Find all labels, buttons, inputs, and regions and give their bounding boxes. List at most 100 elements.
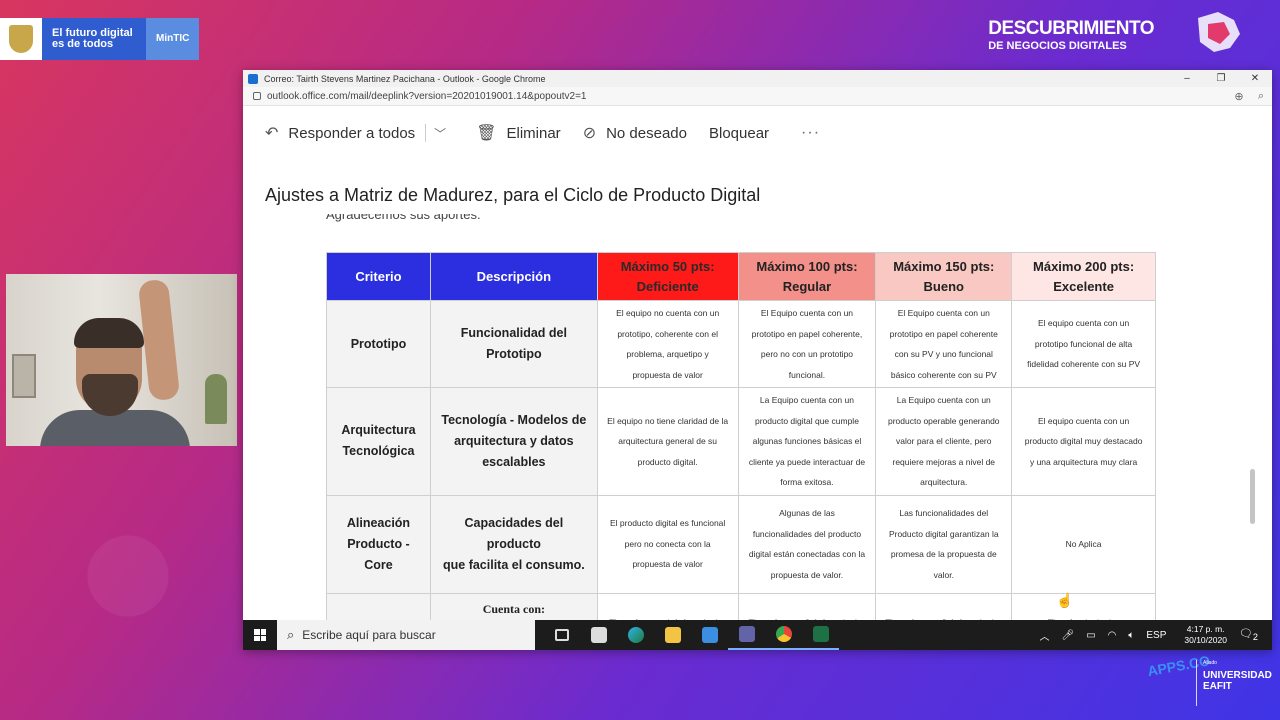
more-options-icon[interactable]: ··· [801, 124, 820, 142]
taskbar-clock[interactable]: 4:17 p. m. 30/10/2020 [1184, 624, 1227, 646]
descripcion-cell: Tecnología - Modelos de arquitectura y da… [429, 387, 598, 496]
descripcion-cell: Capacidades del producto que facilita el … [429, 494, 598, 594]
volume-icon[interactable]: 🔈︎ [1128, 630, 1134, 641]
battery-icon[interactable]: ▭ [1086, 630, 1095, 641]
deficiente-cell-line: propuesta de valor [632, 369, 703, 380]
bueno-cell-line: promesa de la propuesta de [890, 549, 997, 559]
lock-icon [253, 92, 261, 100]
microphone-icon[interactable]: 🎤︎ [1061, 630, 1074, 641]
mail-icon[interactable] [691, 620, 728, 650]
notifications-icon[interactable]: 🗨︎2 [1239, 627, 1258, 642]
mouse-cursor-icon: ☝ [1056, 592, 1074, 608]
restore-button[interactable]: ❐ [1204, 73, 1238, 84]
regular-cell-line: Tiene al menos 2 de los criterios [745, 613, 870, 620]
bueno-cell-line: El Equipo cuenta con un [897, 308, 990, 318]
close-button[interactable]: ✕ [1238, 73, 1272, 84]
reply-all-button[interactable]: ↶ Responder a todos [265, 123, 415, 143]
deficiente-cell-line: El producto digital es funcional [610, 518, 726, 529]
presenter-raised-arm [137, 278, 181, 402]
eafit-name: UNIVERSIDAD EAFIT [1203, 670, 1272, 692]
header-max-50-level: Deficiente [636, 278, 699, 294]
criterio-cell-line: Arquitectura [341, 423, 416, 438]
deficiente-cell-line: prototipo, coherente con el [617, 328, 718, 339]
bueno-cell-line: arquitectura. [920, 477, 968, 487]
minimize-button[interactable]: – [1170, 73, 1204, 84]
bueno-cell-line: La Equipo cuenta con un [896, 395, 991, 405]
regular-cell: Algunas de las funcionalidades del produc… [737, 494, 877, 594]
apps-co-logo: APPS.CO [1146, 652, 1212, 680]
descripcion-cell-line: Tecnología - Modelos de [441, 412, 587, 427]
bueno-cell: Tiene al menos 3 de los criterios [875, 592, 1013, 620]
bueno-cell-line: Tiene al menos 3 de los criterios [882, 613, 1005, 620]
task-view-icon[interactable] [543, 620, 580, 650]
descripcion-cell-line: Prototipo [486, 347, 542, 361]
header-max-200-level: Excelente [1053, 278, 1114, 294]
notification-count: 2 [1252, 632, 1258, 643]
address-bar[interactable]: outlook.office.com/mail/deeplink?version… [243, 87, 1272, 106]
excelente-cell-line: El equipo cuenta con un [1037, 415, 1130, 426]
url-text[interactable]: outlook.office.com/mail/deeplink?version… [267, 91, 1228, 102]
deficiente-cell-line: producto digital. [637, 456, 698, 467]
junk-button[interactable]: ⊘ No deseado [583, 123, 687, 143]
bueno-cell-line: valor para el cliente, pero [896, 436, 992, 446]
regular-cell-line: digital están conectadas con la [748, 549, 866, 559]
slogan: El futuro digital es de todos [42, 18, 146, 60]
regular-cell-line: pero no con un prototipo [760, 349, 854, 359]
block-button[interactable]: Bloquear [709, 125, 769, 142]
bueno-cell-line: prototipo en papel coherente [889, 328, 998, 339]
zoom-icon[interactable]: ⊕ [1228, 90, 1250, 103]
taskbar-search-input[interactable]: ⌕ Escribe aquí para buscar [277, 620, 535, 650]
excelente-cell: El equipo cuenta con un prototipo funcion… [1011, 300, 1156, 388]
chevron-up-icon[interactable]: ︿ [1039, 628, 1049, 643]
coat-of-arms-icon [0, 18, 42, 60]
descripcion-cell-line: que facilita el consumo. [443, 557, 585, 572]
bueno-cell-line: Producto digital garantizan la [888, 528, 999, 539]
criterio-cell: Prototipo [326, 300, 431, 388]
clock-date: 30/10/2020 [1184, 635, 1227, 645]
delete-button[interactable]: 🗑 Eliminar [476, 123, 561, 143]
table-header-row: Criterio Descripción Máximo 50 pts: Defi… [326, 252, 1156, 301]
chrome-icon[interactable] [765, 620, 802, 650]
reply-all-icon: ↶ [265, 125, 279, 142]
store-icon[interactable] [580, 620, 617, 650]
wifi-icon[interactable]: ◠ [1108, 630, 1117, 641]
descripcion-cell-line: arquitectura y datos [454, 433, 574, 448]
delete-label: Eliminar [506, 124, 561, 142]
deficiente-cell-line: pero no conecta con la [624, 538, 711, 549]
chevron-down-icon[interactable]: ﹀ [434, 125, 446, 142]
taskbar-apps [543, 620, 839, 650]
windows-logo-icon [254, 629, 266, 641]
deficiente-cell: El equipo no cuenta con un prototipo, coh… [596, 300, 739, 388]
scrollbar-thumb[interactable] [1250, 469, 1255, 524]
regular-cell-line: funcionalidades del producto [752, 528, 862, 539]
table-row: Cuenta con:- Estructura y navegación Tien… [326, 592, 1156, 620]
window-title: Correo: Tairth Stevens Martinez Pacichan… [264, 73, 546, 84]
excelente-cell-line: No Aplica [1065, 538, 1102, 549]
descripcion-cell-line: Funcionalidad del [460, 326, 567, 340]
criterio-cell: Arquitectura Tecnológica [326, 387, 431, 496]
regular-cell: El Equipo cuenta con un prototipo en pape… [737, 300, 877, 388]
bueno-cell-line: básico coherente con su PV [890, 369, 997, 380]
teams-icon[interactable] [728, 620, 765, 650]
file-explorer-icon[interactable] [654, 620, 691, 650]
regular-cell-line: producto digital que cumple [754, 415, 859, 426]
header-descripcion: Descripción [429, 252, 598, 301]
clock-time: 4:17 p. m. [1186, 624, 1225, 634]
regular-cell-line: forma exitosa. [780, 477, 834, 487]
deficiente-cell-line: El equipo no cuenta con un [616, 308, 720, 318]
criterio-cell-line: Producto - Core [347, 536, 410, 572]
excelente-cell: El equipo cuenta con un producto digital … [1011, 387, 1156, 496]
search-placeholder: Escribe aquí para buscar [302, 628, 436, 642]
language-indicator[interactable]: ESP [1146, 630, 1166, 641]
webcam-feed [6, 274, 237, 446]
search-icon[interactable]: ⌕ [1250, 90, 1272, 103]
trash-icon: 🗑 [476, 125, 497, 142]
regular-cell-line: El Equipo cuenta con un [760, 308, 854, 318]
event-subtitle: DE NEGOCIOS DIGITALES [988, 40, 1127, 52]
excel-icon[interactable] [802, 620, 839, 650]
start-button[interactable] [243, 629, 277, 641]
edge-icon[interactable] [617, 620, 654, 650]
presenter-hair [74, 318, 144, 348]
bueno-cell: Las funcionalidades del Producto digital … [875, 494, 1013, 594]
regular-cell-line: cliente ya puede interactuar de [748, 456, 866, 467]
